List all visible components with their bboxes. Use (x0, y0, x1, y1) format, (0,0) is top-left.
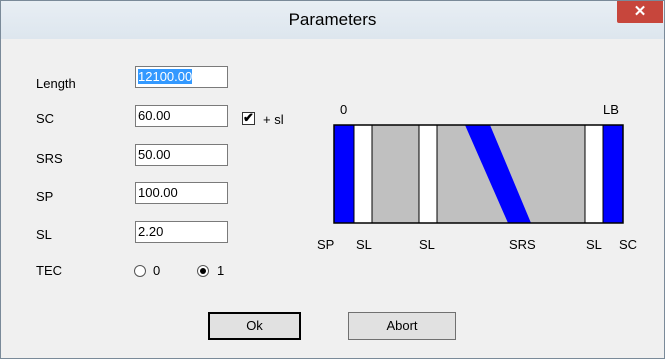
diagram-label-sc: SC (619, 237, 638, 252)
diagram-sl-block-1 (354, 125, 372, 223)
segment-diagram (333, 124, 624, 224)
abort-button[interactable]: Abort (348, 312, 456, 340)
diagram-label-sp: SP (317, 237, 335, 252)
diagram-label-sl-2: SL (419, 237, 435, 252)
diagram-sp-block (334, 125, 354, 223)
diagram-start-label: 0 (340, 102, 348, 117)
diagram-sl-block-3 (585, 125, 603, 223)
ok-button[interactable]: Ok (208, 312, 301, 340)
diagram-label-sl-1: SL (356, 237, 372, 252)
diagram-sl-block-2 (419, 125, 437, 223)
diagram-sc-block (603, 125, 623, 223)
diagram-end-label: LB (603, 102, 619, 117)
parameters-dialog: Parameters ✕ Length SC SRS SP SL TEC 121… (0, 0, 665, 359)
diagram-label-sl-3: SL (586, 237, 602, 252)
diagram-label-srs: SRS (509, 237, 536, 252)
